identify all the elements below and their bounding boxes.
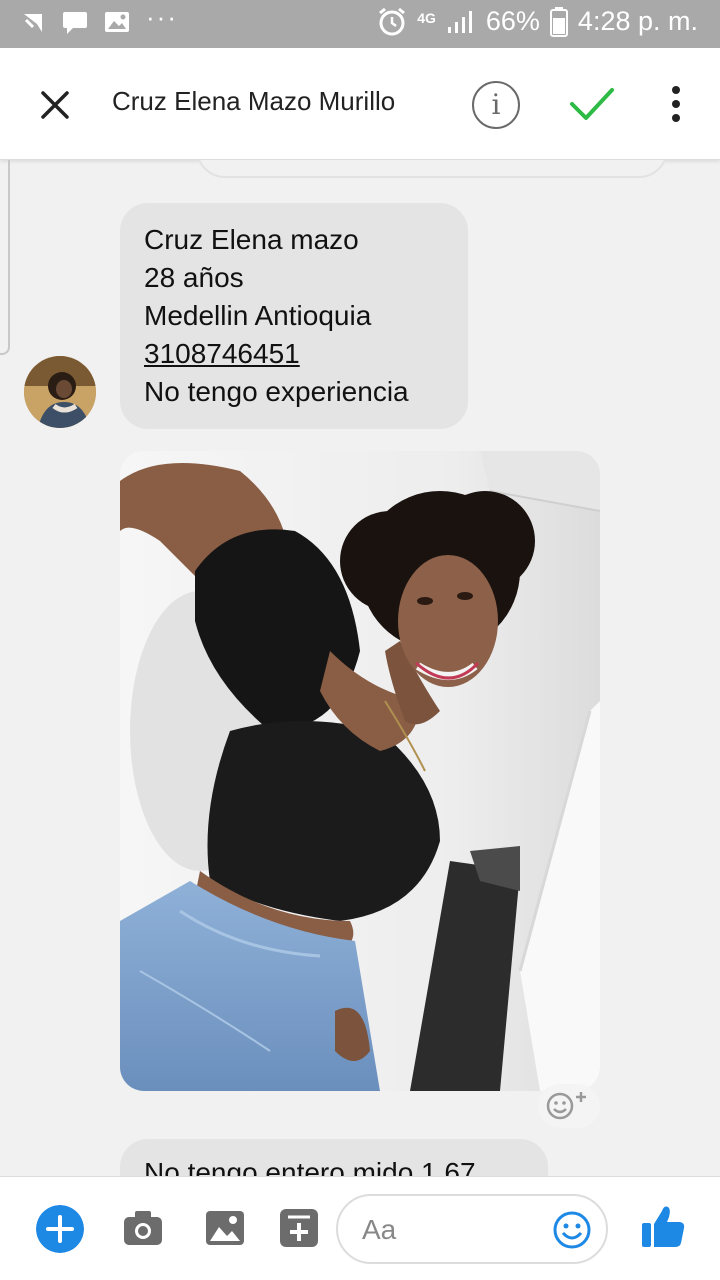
battery-percent: 66% — [485, 6, 540, 36]
close-icon[interactable] — [34, 84, 76, 126]
message-bubble[interactable]: No tengo entero mido 1,67 — [120, 1139, 548, 1176]
message-line: No tengo experiencia — [144, 376, 409, 407]
image-icon — [105, 12, 129, 32]
like-icon[interactable] — [640, 1203, 686, 1249]
checkmark-icon[interactable] — [568, 84, 616, 124]
info-icon[interactable]: i — [472, 81, 520, 129]
signal-bars-icon — [447, 10, 472, 33]
previous-message-bubble[interactable] — [196, 160, 668, 178]
message-list[interactable]: Cruz Elena mazo 28 años Medellin Antioqu… — [0, 160, 720, 1176]
photo-attachment[interactable] — [120, 451, 600, 1091]
plus-icon[interactable] — [36, 1205, 84, 1253]
message-bubble[interactable]: Cruz Elena mazo 28 años Medellin Antioqu… — [120, 203, 468, 429]
signal-arrow-icon — [24, 14, 42, 32]
sticker-icon[interactable] — [278, 1207, 320, 1249]
phone-link[interactable]: 3108746451 — [144, 335, 444, 373]
message-input-placeholder: Aa — [362, 1214, 397, 1245]
status-bar: ··· 4G 66% 4:28 p. m. — [0, 0, 720, 48]
message-line: Cruz Elena mazo — [144, 224, 359, 255]
clock: 4:28 p. m. — [577, 6, 698, 36]
network-type: 4G — [417, 9, 436, 26]
message-line: Medellin Antioquia — [144, 300, 372, 331]
gallery-icon[interactable] — [204, 1207, 246, 1249]
conversation-header: Cruz Elena Mazo Murillo i — [0, 48, 720, 160]
message-line: 28 años — [144, 262, 244, 293]
add-reaction-icon[interactable] — [538, 1084, 600, 1128]
camera-icon[interactable] — [122, 1207, 164, 1249]
emoji-icon[interactable] — [552, 1210, 592, 1250]
alarm-icon — [379, 7, 406, 35]
chat-bubble-icon — [63, 12, 87, 34]
contact-name[interactable]: Cruz Elena Mazo Murillo — [112, 86, 395, 117]
more-vert-icon[interactable] — [662, 84, 690, 124]
battery-icon — [549, 6, 568, 37]
more-dots-icon: ··· — [146, 1, 178, 32]
avatar[interactable] — [24, 356, 96, 428]
message-line: No tengo entero mido 1,67 — [144, 1157, 476, 1176]
scroll-edge — [0, 160, 10, 355]
composer-bar: Aa — [0, 1176, 720, 1280]
message-input[interactable]: Aa — [336, 1194, 608, 1264]
